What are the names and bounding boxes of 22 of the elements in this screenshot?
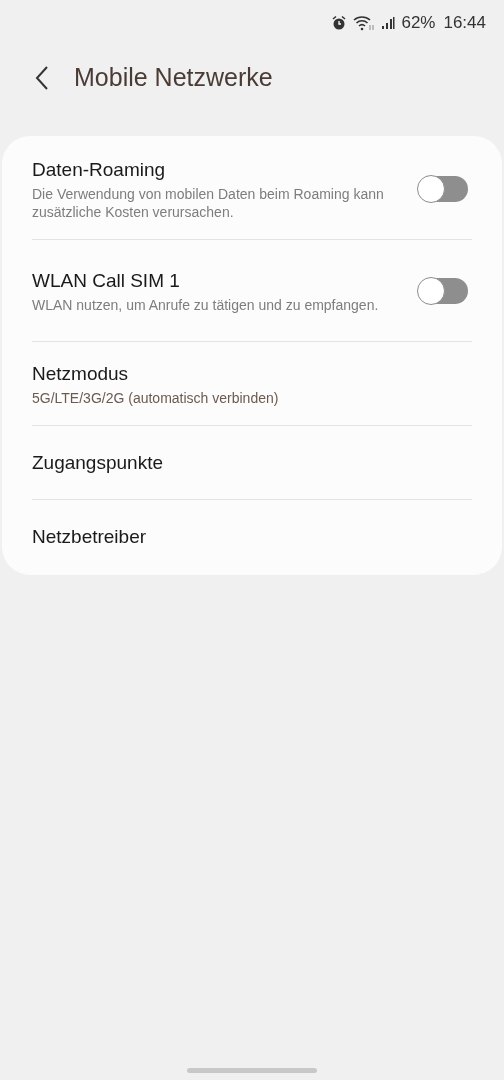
- alarm-icon: [331, 15, 348, 31]
- item-title: WLAN Call SIM 1: [32, 268, 181, 293]
- wifi-icon: [353, 15, 376, 31]
- clock-time: 16:44: [443, 12, 486, 35]
- toggle-switch[interactable]: [418, 277, 468, 304]
- settings-item[interactable]: Zugangspunkte: [32, 426, 472, 499]
- settings-item[interactable]: WLAN Call SIM 1 WLAN nutzen, um Anrufe zu tätigen und zu empfangen.: [32, 240, 472, 341]
- item-title: Daten-Roaming: [32, 157, 167, 182]
- item-title: Netzbetreiber: [32, 524, 148, 549]
- battery-percentage: 62%: [401, 12, 436, 35]
- item-title: Zugangspunkte: [32, 450, 164, 475]
- item-description: 5G/LTE/3G/2G (automatisch verbinden): [32, 388, 280, 407]
- item-description: Die Verwendung von mobilen Daten beim Roaming kann zusätzliche Kosten verursachen.: [32, 184, 385, 221]
- settings-item[interactable]: Netzbetreiber: [32, 500, 472, 573]
- toggle-switch[interactable]: [418, 175, 468, 202]
- signal-icon: [381, 16, 396, 30]
- page-title: Mobile Netzwerke: [74, 62, 273, 94]
- settings-item[interactable]: Netzmodus 5G/LTE/3G/2G (automatisch verbinden): [32, 342, 472, 425]
- back-icon: [35, 65, 49, 91]
- item-title: Netzmodus: [32, 361, 130, 386]
- item-description: WLAN nutzen, um Anrufe zu tätigen und zu empfangen.: [32, 295, 380, 314]
- settings-item[interactable]: Daten-Roaming Die Verwendung von mobilen Daten beim Roaming kann zusätzliche Kosten verursachen.: [32, 138, 472, 239]
